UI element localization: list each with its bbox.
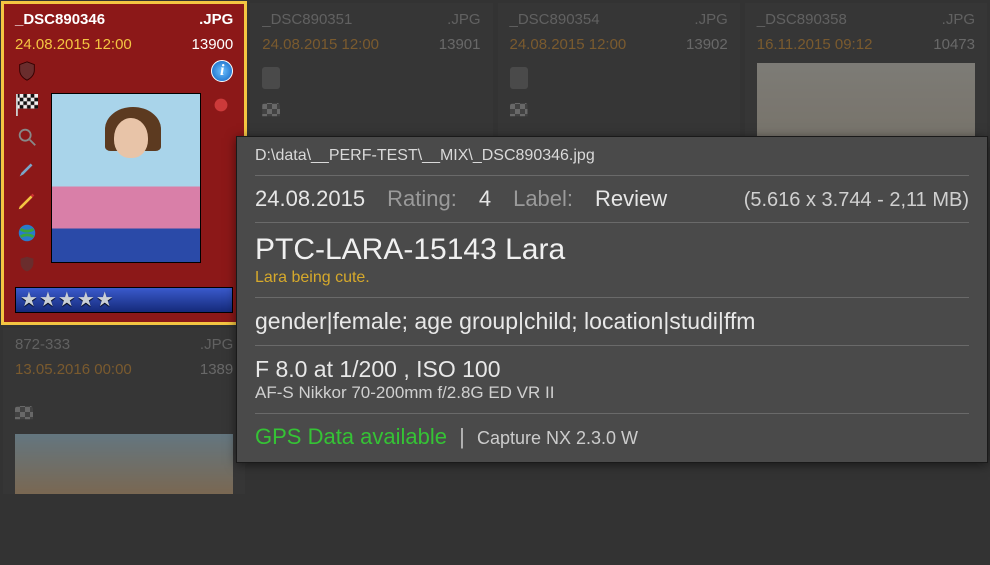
thumb-filename: 872-333 — [15, 336, 70, 353]
thumb-ext: .JPG — [447, 11, 480, 28]
image-description: Lara being cute. — [255, 269, 969, 287]
rating-value: 4 — [479, 186, 491, 212]
thumb-filename: _DSC890351 — [262, 11, 352, 28]
thumb-ext: .JPG — [200, 336, 233, 353]
thumb-filename: _DSC890354 — [510, 11, 600, 28]
file-path: D:\data\__PERF-TEST\__MIX\_DSC890346.jpg — [255, 147, 969, 165]
label-value: Review — [595, 186, 667, 212]
search-icon[interactable] — [15, 125, 39, 149]
thumb-ext: .JPG — [942, 11, 975, 28]
brush-icon[interactable] — [15, 157, 39, 181]
checkered-flag-icon — [15, 406, 33, 428]
shield-icon — [510, 67, 528, 89]
pencil-icon[interactable] — [15, 189, 39, 213]
star-icon[interactable]: ★ — [58, 290, 76, 310]
thumb-datetime: 16.11.2015 09:12 — [757, 36, 873, 53]
thumb-index: 1389 — [200, 361, 233, 378]
star-icon[interactable]: ★ — [20, 290, 38, 310]
checkered-flag-icon — [510, 103, 528, 125]
meta-date: 24.08.2015 — [255, 186, 365, 212]
lens: AF-S Nikkor 70-200mm f/2.8G ED VR II — [255, 383, 969, 403]
software: Capture NX 2.3.0 W — [477, 428, 638, 448]
thumb-filename: _DSC890346 — [15, 11, 105, 28]
thumb-datetime: 24.08.2015 12:00 — [15, 36, 132, 53]
right-icon-column — [209, 93, 233, 281]
thumb-ext: .JPG — [199, 11, 233, 28]
checkered-flag-icon — [262, 103, 280, 125]
gps-status: GPS Data available — [255, 424, 447, 449]
image-title: PTC-LARA-15143 Lara — [255, 233, 969, 267]
separator: | — [459, 424, 465, 449]
dimensions-value: (5.616 x 3.744 - 2,11 MB) — [744, 189, 969, 212]
exposure: F 8.0 at 1/200 , ISO 100 — [255, 356, 969, 383]
thumbnail[interactable]: 872-333 .JPG 13.05.2016 00:00 1389 — [3, 328, 245, 494]
thumb-index: 10473 — [933, 36, 975, 53]
star-icon[interactable]: ★ — [96, 290, 114, 310]
thumb-index: 13900 — [192, 36, 234, 53]
thumb-ext: .JPG — [694, 11, 727, 28]
keywords: gender|female; age group|child; location… — [255, 308, 969, 335]
rating-label: Rating: — [387, 186, 457, 212]
info-icon[interactable]: i — [211, 60, 233, 82]
thumb-index: 13902 — [686, 36, 728, 53]
thumb-index: 13901 — [439, 36, 481, 53]
thumb-datetime: 24.08.2015 12:00 — [510, 36, 627, 53]
thumb-datetime: 24.08.2015 12:00 — [262, 36, 379, 53]
shield-small-icon — [15, 253, 39, 277]
thumb-datetime: 13.05.2016 00:00 — [15, 361, 132, 378]
metadata-tooltip: D:\data\__PERF-TEST\__MIX\_DSC890346.jpg… — [236, 136, 988, 463]
star-icon[interactable]: ★ — [39, 290, 57, 310]
label-label: Label: — [513, 186, 573, 212]
globe-icon[interactable] — [15, 221, 39, 245]
red-dot-icon[interactable] — [209, 93, 233, 117]
thumbnail-selected[interactable]: _DSC890346 .JPG 24.08.2015 12:00 13900 i — [3, 3, 245, 323]
rating-stars[interactable]: ★ ★ ★ ★ ★ — [15, 287, 233, 313]
shield-icon — [15, 59, 39, 83]
thumb-filename: _DSC890358 — [757, 11, 847, 28]
star-icon[interactable]: ★ — [77, 290, 95, 310]
shield-icon — [262, 67, 280, 89]
left-icon-column — [15, 93, 43, 281]
thumbnail-image[interactable] — [51, 93, 201, 263]
checkered-flag-icon[interactable] — [15, 93, 39, 117]
